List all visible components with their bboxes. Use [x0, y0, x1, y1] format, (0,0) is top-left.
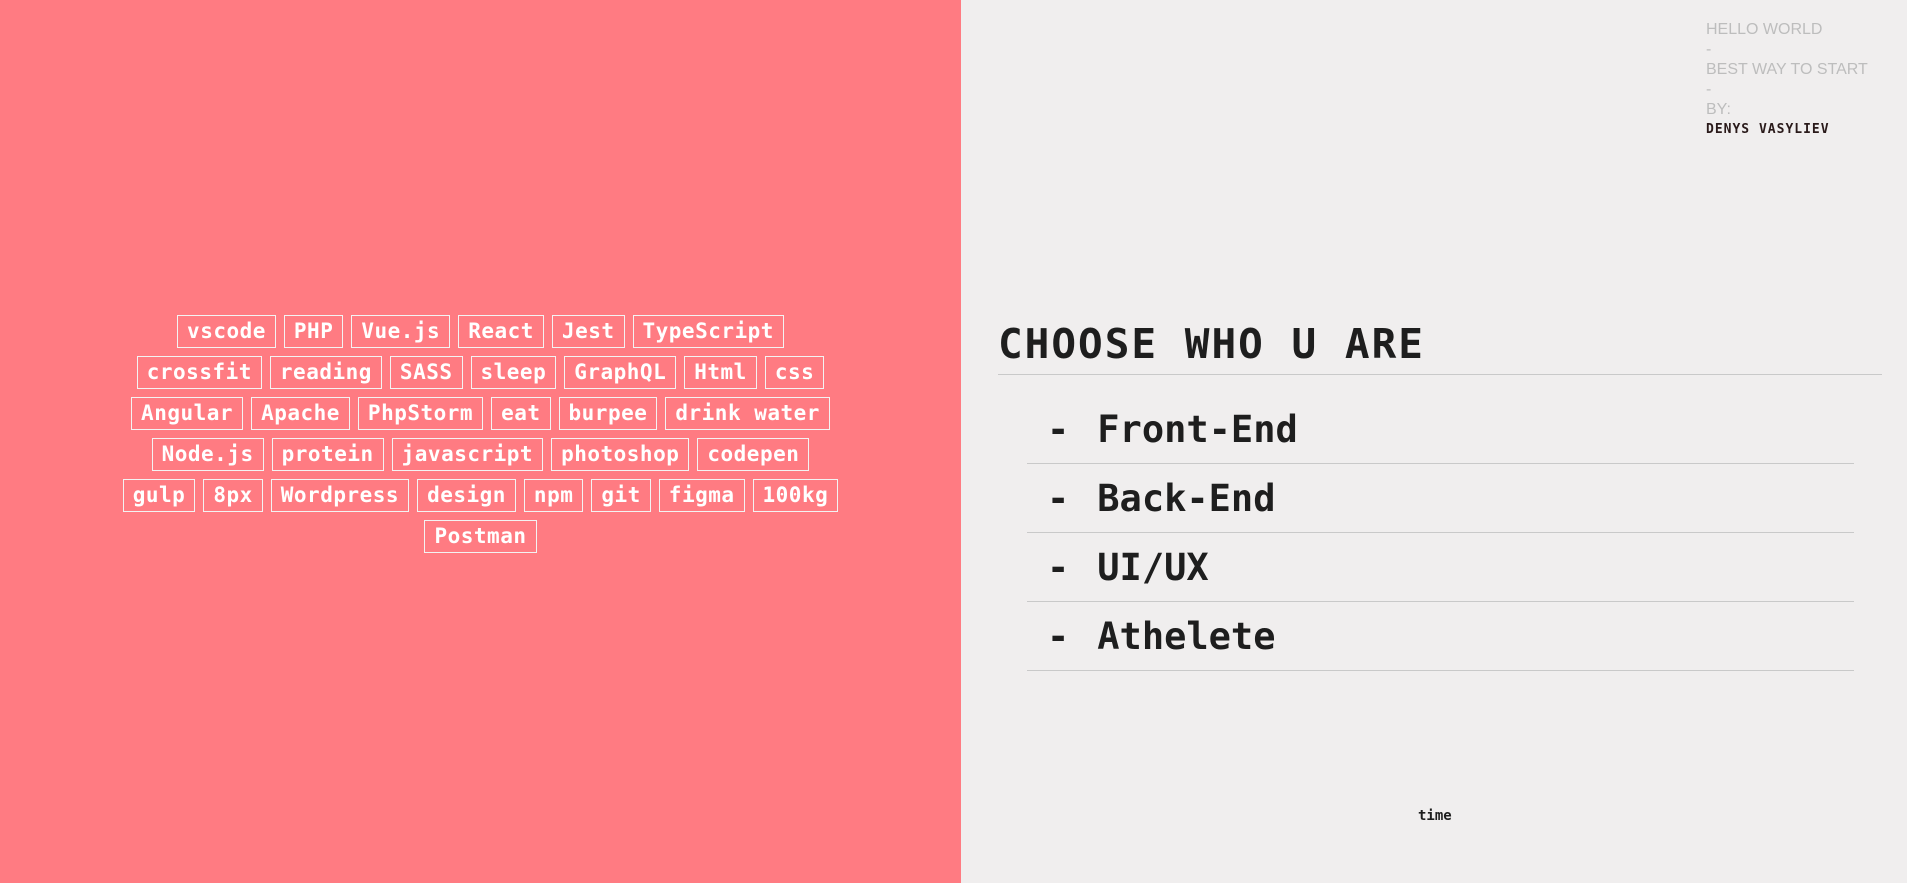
tag-cloud: vscode PHP Vue.js React Jest TypeScript … [50, 315, 911, 553]
tag-design[interactable]: design [417, 479, 516, 512]
tag-html[interactable]: Html [684, 356, 757, 389]
credit-separator: - [1706, 41, 1712, 58]
role-ui-ux[interactable]: - UI/UX [1027, 533, 1854, 602]
role-back-end[interactable]: - Back-End [1027, 464, 1854, 533]
credit-block: HELLO WORLD - BEST WAY TO START - BY: DE… [1706, 20, 1868, 140]
role-front-end[interactable]: - Front-End [1027, 395, 1854, 464]
tag-photoshop[interactable]: photoshop [551, 438, 690, 471]
page: vscode PHP Vue.js React Jest TypeScript … [0, 0, 1907, 883]
tag-typescript[interactable]: TypeScript [632, 315, 784, 348]
page-title: CHOOSE WHO U ARE [998, 318, 1882, 375]
tag-sleep[interactable]: sleep [470, 356, 557, 389]
tag-row: Postman [424, 520, 537, 553]
author-name: DENYS VASYLIEV [1706, 122, 1830, 137]
credit-line-by: BY: [1706, 101, 1731, 118]
credit-line-start: BEST WAY TO START [1706, 61, 1868, 78]
tag-postman[interactable]: Postman [424, 520, 537, 553]
role-athelete[interactable]: - Athelete [1027, 602, 1854, 671]
tag-jest[interactable]: Jest [551, 315, 625, 348]
tag-sass[interactable]: SASS [389, 356, 463, 389]
tag-angular[interactable]: Angular [131, 397, 244, 430]
tag-row: crossfit reading SASS sleep GraphQL Html… [136, 356, 825, 389]
tag-phpstorm[interactable]: PhpStorm [357, 397, 484, 430]
tag-codepen[interactable]: codepen [697, 438, 810, 471]
tag-npm[interactable]: npm [523, 479, 584, 512]
dash-bullet: - [1047, 545, 1070, 589]
dash-bullet: - [1047, 476, 1070, 520]
role-label: Athelete [1097, 614, 1276, 658]
tag-protein[interactable]: protein [271, 438, 384, 471]
credit-line-hello: HELLO WORLD [1706, 21, 1823, 38]
tag-css[interactable]: css [764, 356, 825, 389]
tag-eat[interactable]: eat [491, 397, 551, 430]
tag-graphql[interactable]: GraphQL [564, 356, 677, 389]
time-label: time [1418, 808, 1452, 824]
tag-row: Node.js protein javascript photoshop cod… [151, 438, 810, 471]
tag-vuejs[interactable]: Vue.js [351, 315, 451, 348]
tag-php[interactable]: PHP [283, 315, 344, 348]
tag-drink-water[interactable]: drink water [665, 397, 830, 430]
dash-bullet: - [1047, 407, 1070, 451]
role-label: UI/UX [1097, 545, 1209, 589]
tag-reading[interactable]: reading [269, 356, 382, 389]
tag-row: Angular Apache PhpStorm eat burpee drink… [131, 397, 830, 430]
role-label: Back-End [1097, 476, 1276, 520]
tag-8px[interactable]: 8px [203, 479, 263, 512]
tag-nodejs[interactable]: Node.js [151, 438, 264, 471]
tag-gulp[interactable]: gulp [122, 479, 196, 512]
tag-crossfit[interactable]: crossfit [136, 356, 262, 389]
tag-git[interactable]: git [591, 479, 651, 512]
tag-react[interactable]: React [458, 315, 544, 348]
tag-figma[interactable]: figma [658, 479, 745, 512]
tag-row: gulp 8px Wordpress design npm git figma … [122, 479, 839, 512]
tag-panel: vscode PHP Vue.js React Jest TypeScript … [0, 0, 961, 883]
tag-100kg[interactable]: 100kg [752, 479, 839, 512]
credit-separator: - [1706, 81, 1712, 98]
dash-bullet: - [1047, 614, 1070, 658]
tag-apache[interactable]: Apache [251, 397, 350, 430]
role-list: - Front-End - Back-End - UI/UX - Athelet… [1027, 395, 1854, 671]
tag-javascript[interactable]: javascript [391, 438, 544, 471]
role-label: Front-End [1097, 407, 1298, 451]
tag-vscode[interactable]: vscode [177, 315, 276, 348]
tag-burpee[interactable]: burpee [558, 397, 658, 430]
tag-row: vscode PHP Vue.js React Jest TypeScript [177, 315, 784, 348]
tag-wordpress[interactable]: Wordpress [270, 479, 410, 512]
